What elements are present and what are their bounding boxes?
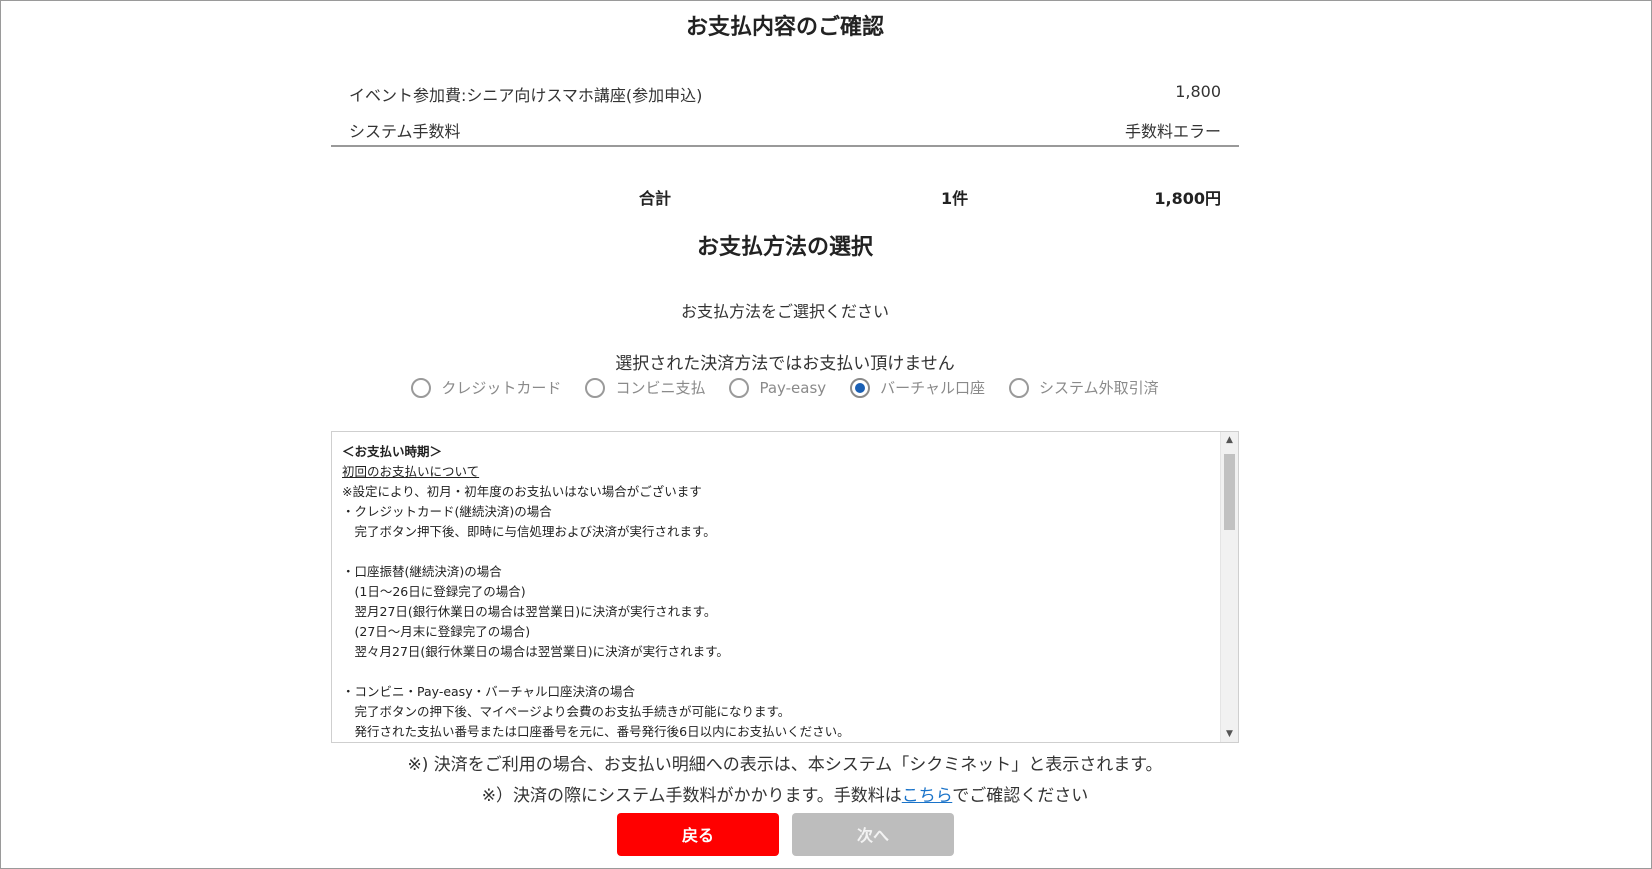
payment-unavailable-message: 選択された決済方法ではお支払い頂けません [615,354,955,374]
radio-label: クレジットカード [441,379,562,397]
total-label: 合計 [639,189,672,208]
line-item-value: 手数料エラー [1124,122,1221,141]
back-button[interactable]: 戻る [617,813,779,856]
radio-label: バーチャル口座 [880,379,986,397]
next-button[interactable]: 次へ [792,813,954,856]
notice-line: ・コンビニ・Pay-easy・バーチャル口座決済の場合 [342,684,635,699]
confirmation-title: お支払内容のご確認 [685,15,884,40]
radio-label: Pay-easy [759,378,827,397]
radio-external-transaction[interactable]: システム外取引済 [1009,377,1159,398]
radio-convenience-store[interactable]: コンビニ支払 [585,377,705,398]
notice-line: (27日～月末に登録完了の場合) [342,624,531,639]
notice-line: 完了ボタン押下後、即時に与信処理および決済が実行されます。 [342,524,716,539]
line-item-event: イベント参加費:シニア向けスマホ講座(参加申込) 1,800 [349,82,1221,106]
notice-line: ＜お支払い時期＞ [342,444,443,459]
notice-line: (1日～26日に登録完了の場合) [342,584,526,599]
fee-note-prefix: ※）決済の際にシステム手数料がかかります。手数料は [481,786,902,806]
notice-line: ※設定により、初月・初年度のお支払いはない場合がございます [342,484,702,499]
payment-timing-notice-box[interactable]: ＜お支払い時期＞ 初回のお支払いについて ※設定により、初月・初年度のお支払いは… [331,431,1239,743]
notice-line: 初回のお支払いについて [342,464,480,479]
notice-line: 翌月27日(銀行休業日の場合は翌営業日)に決済が実行されます。 [342,604,717,619]
scroll-down-arrow-icon[interactable]: ▼ [1221,726,1238,742]
statement-display-note: ※) 決済をご利用の場合、お支払い明細への表示は、本システム「シクミネット」と表… [407,755,1163,775]
payment-method-radio-group: クレジットカード コンビニ支払 Pay-easy バーチャル口座 システム外取引… [331,377,1239,398]
notice-line: 翌々月27日(銀行休業日の場合は翌営業日)に決済が実行されます。 [342,644,729,659]
radio-pay-easy[interactable]: Pay-easy [729,377,826,398]
total-row: 合計 1件 1,800円 [331,185,1239,208]
radio-circle-icon[interactable] [411,377,432,398]
payment-method-title: お支払方法の選択 [696,235,873,260]
scroll-up-arrow-icon[interactable]: ▲ [1221,432,1238,448]
notice-line: 発行された支払い番号または口座番号を元に、番号発行後6日以内にお支払いください。 [342,724,850,739]
payment-prompt: お支払方法をご選択ください [680,302,889,321]
line-item-label: システム手数料 [349,122,461,141]
line-item-system-fee: システム手数料 手数料エラー [349,118,1221,142]
summary-divider [331,145,1239,147]
radio-credit-card[interactable]: クレジットカード [411,377,561,398]
system-fee-note: ※）決済の際にシステム手数料がかかります。手数料はこちらでご確認ください [331,781,1239,806]
radio-circle-icon[interactable] [1009,377,1030,398]
total-count: 1件 [941,189,969,208]
notice-line [342,662,1212,682]
fee-note-suffix: でご確認ください [952,786,1089,806]
scroll-thumb[interactable] [1224,454,1235,530]
notice-line: ・クレジットカード(継続決済)の場合 [342,504,552,519]
line-item-label: イベント参加費:シニア向けスマホ講座(参加申込) [349,86,703,105]
notice-scrollbar[interactable]: ▲ ▼ [1220,432,1238,742]
notice-content: ＜お支払い時期＞ 初回のお支払いについて ※設定により、初月・初年度のお支払いは… [342,442,1212,742]
notice-line: 完了ボタンの押下後、マイページより会費のお支払手続きが可能になります。 [342,704,791,719]
page-frame: お支払内容のご確認 イベント参加費:シニア向けスマホ講座(参加申込) 1,800… [0,0,1652,869]
notice-line: ・口座振替(継続決済)の場合 [342,564,502,579]
radio-virtual-account[interactable]: バーチャル口座 [850,377,985,398]
fee-details-link[interactable]: こちら [902,786,953,806]
radio-label: システム外取引済 [1039,379,1159,397]
line-item-value: 1,800 [1175,82,1221,101]
radio-circle-icon[interactable] [729,377,750,398]
radio-label: コンビニ支払 [615,379,706,397]
radio-circle-icon[interactable] [585,377,606,398]
radio-circle-selected-icon[interactable] [850,377,871,398]
total-amount: 1,800円 [1154,189,1221,208]
notice-line [342,542,1212,562]
